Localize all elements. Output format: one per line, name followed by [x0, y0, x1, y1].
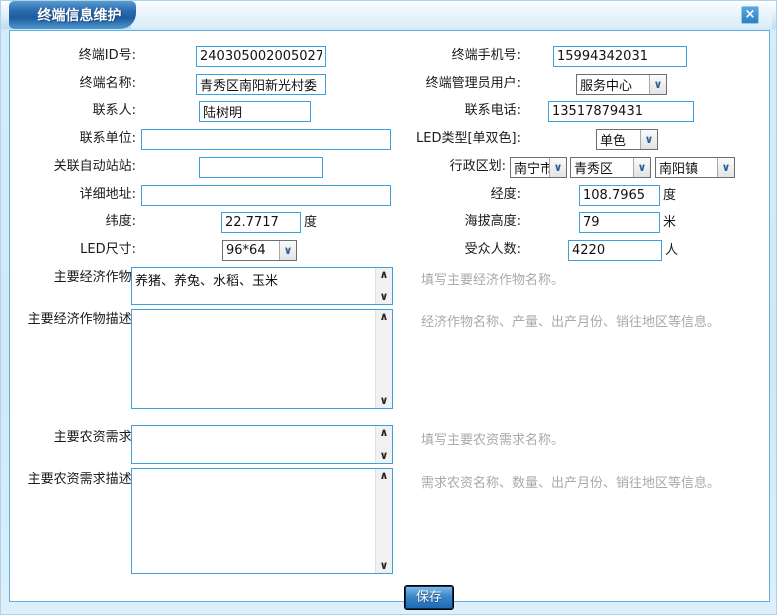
audience-label: 受众人数:	[371, 240, 521, 260]
address-input[interactable]	[141, 185, 391, 206]
close-button[interactable]: ×	[741, 6, 759, 24]
crops-value: 养猪、养兔、水稻、玉米	[135, 270, 372, 289]
scroll-up-icon[interactable]: ∧	[380, 311, 389, 323]
terminal-admin-value: 服务中心	[577, 75, 649, 94]
chevron-down-icon: ∨	[717, 158, 734, 177]
terminal-admin-select[interactable]: 服务中心 ∨	[576, 74, 667, 95]
crops-label: 主要经济作物:	[6, 268, 136, 288]
terminal-info-dialog: 终端信息维护 × 终端ID号: 终端手机号: 终端名称: 终端管理员用户: 服务…	[0, 0, 777, 615]
related-station-input[interactable]	[199, 157, 323, 178]
scroll-up-icon[interactable]: ∧	[380, 269, 389, 281]
address-label: 详细地址:	[6, 185, 136, 205]
crops-scrollbar[interactable]: ∧ ∨	[375, 268, 392, 304]
led-size-label: LED尺寸:	[6, 240, 136, 260]
agri-need-desc-scrollbar[interactable]: ∧ ∨	[375, 469, 392, 573]
audience-unit: 人	[665, 240, 678, 261]
agri-need-label: 主要农资需求:	[6, 428, 136, 448]
scroll-up-icon[interactable]: ∧	[380, 427, 389, 439]
chevron-down-icon: ∨	[649, 75, 666, 94]
led-type-label: LED类型[单双色]:	[371, 129, 521, 149]
scroll-down-icon[interactable]: ∨	[380, 395, 389, 407]
agri-need-hint: 填写主要农资需求名称。	[421, 429, 564, 448]
chevron-down-icon: ∨	[633, 158, 650, 177]
terminal-id-label: 终端ID号:	[6, 46, 136, 66]
terminal-phone-input[interactable]	[553, 46, 687, 67]
agri-need-scrollbar[interactable]: ∧ ∨	[375, 426, 392, 463]
latitude-input[interactable]	[221, 212, 301, 233]
close-icon: ×	[745, 7, 756, 22]
scroll-down-icon[interactable]: ∨	[380, 291, 389, 303]
chevron-down-icon: ∨	[640, 130, 657, 149]
region-city-select[interactable]: 南宁市 ∨	[510, 157, 567, 178]
contact-unit-input[interactable]	[141, 129, 391, 150]
scroll-up-icon[interactable]: ∧	[380, 470, 389, 482]
altitude-input[interactable]	[579, 212, 660, 233]
latitude-unit: 度	[304, 212, 317, 233]
contact-unit-label: 联系单位:	[6, 129, 136, 149]
led-type-select[interactable]: 单色 ∨	[596, 129, 658, 150]
save-button[interactable]: 保存	[405, 586, 453, 609]
agri-need-desc-textarea[interactable]: ∧ ∨	[131, 468, 393, 574]
altitude-unit: 米	[663, 212, 676, 233]
agri-need-desc-label: 主要农资需求描述:	[6, 470, 136, 490]
led-size-value: 96*64	[223, 243, 279, 258]
chevron-down-icon: ∨	[549, 158, 566, 177]
audience-input[interactable]	[568, 240, 662, 261]
agri-need-textarea[interactable]: ∧ ∨	[131, 425, 393, 464]
crops-desc-scrollbar[interactable]: ∧ ∨	[375, 310, 392, 408]
altitude-label: 海拔高度:	[371, 212, 521, 232]
latitude-label: 纬度:	[6, 212, 136, 232]
scroll-down-icon[interactable]: ∨	[380, 450, 389, 462]
region-district-select[interactable]: 青秀区 ∨	[570, 157, 651, 178]
region-label: 行政区划:	[371, 157, 506, 177]
longitude-input[interactable]	[579, 185, 660, 206]
contact-phone-label: 联系电话:	[371, 101, 521, 121]
crops-desc-hint: 经济作物名称、产量、出产月份、销往地区等信息。	[421, 311, 720, 330]
terminal-id-input[interactable]	[196, 46, 326, 67]
dialog-header: 终端信息维护 ×	[1, 1, 777, 30]
terminal-name-label: 终端名称:	[6, 74, 136, 94]
region-town-select[interactable]: 南阳镇 ∨	[655, 157, 735, 178]
region-district-value: 青秀区	[571, 158, 633, 177]
crops-desc-textarea[interactable]: ∧ ∨	[131, 309, 393, 409]
terminal-phone-label: 终端手机号:	[371, 46, 521, 66]
contact-label: 联系人:	[6, 101, 136, 121]
scroll-down-icon[interactable]: ∨	[380, 560, 389, 572]
crops-hint: 填写主要经济作物名称。	[421, 269, 564, 288]
dialog-title: 终端信息维护	[38, 5, 122, 25]
region-town-value: 南阳镇	[656, 158, 717, 177]
led-type-value: 单色	[597, 130, 640, 149]
crops-textarea[interactable]: 养猪、养兔、水稻、玉米 ∧ ∨	[131, 267, 393, 305]
region-city-value: 南宁市	[511, 158, 549, 177]
terminal-admin-label: 终端管理员用户:	[371, 74, 521, 94]
header-sheen	[131, 3, 772, 29]
longitude-label: 经度:	[371, 185, 521, 205]
crops-desc-label: 主要经济作物描述:	[6, 310, 136, 330]
contact-input[interactable]	[199, 101, 311, 122]
terminal-name-input[interactable]	[196, 74, 326, 95]
chevron-down-icon: ∨	[279, 241, 296, 260]
related-station-label: 关联自动站站:	[6, 157, 136, 177]
longitude-unit: 度	[663, 185, 676, 206]
contact-phone-input[interactable]	[548, 101, 694, 122]
dialog-title-tab: 终端信息维护	[9, 1, 136, 29]
led-size-select[interactable]: 96*64 ∨	[222, 240, 297, 261]
agri-need-desc-hint: 需求农资名称、数量、出产月份、销往地区等信息。	[421, 472, 720, 491]
